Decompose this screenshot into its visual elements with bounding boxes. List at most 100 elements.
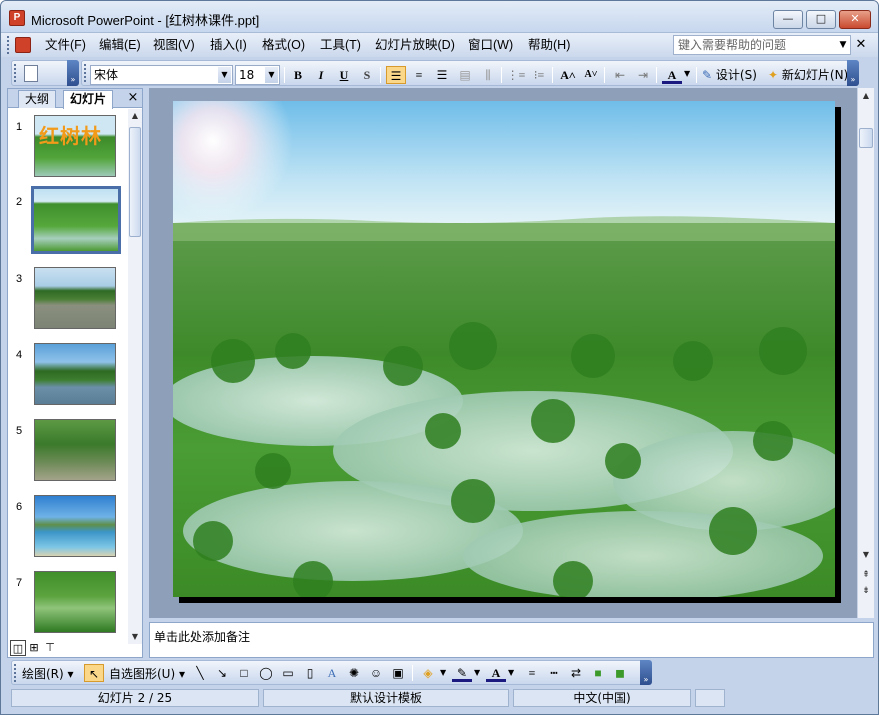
menu-view[interactable]: 视图(V)	[149, 36, 199, 54]
bullets-icon[interactable]: ⁝≡	[529, 66, 549, 84]
bold-button[interactable]: B	[288, 66, 308, 84]
slide-thumbnail-2[interactable]	[31, 186, 121, 254]
italic-button[interactable]: I	[311, 66, 331, 84]
wordart-icon[interactable]: A	[322, 664, 342, 682]
arrow-style-icon[interactable]: ⇄	[566, 664, 586, 682]
justify-icon[interactable]: ▤	[455, 66, 475, 84]
toolbar-separator	[552, 67, 553, 83]
increase-font-icon[interactable]: A˄	[558, 66, 578, 84]
autoshapes-button[interactable]: 自选图形(U) ▾	[109, 665, 185, 682]
line-icon[interactable]: ╲	[190, 664, 210, 682]
menubar-grip[interactable]	[7, 36, 12, 54]
normal-view-icon[interactable]: ◫	[10, 640, 26, 656]
toolbar-overflow-icon[interactable]: »	[67, 60, 79, 86]
align-right-icon[interactable]: ☰	[432, 66, 452, 84]
menu-tools[interactable]: 工具(T)	[316, 36, 365, 54]
previous-slide-icon[interactable]: ⇞	[859, 568, 873, 582]
scroll-up-icon[interactable]: ▲	[859, 89, 873, 103]
arrow-icon[interactable]: ↘	[212, 664, 232, 682]
font-color-draw-icon[interactable]: A	[486, 664, 506, 682]
toolbar-grip[interactable]	[14, 664, 19, 682]
diagram-icon[interactable]: ✺	[344, 664, 364, 682]
line-style-icon[interactable]: ≡	[522, 664, 542, 682]
toolbar-separator	[501, 67, 502, 83]
menu-format[interactable]: 格式(O)	[258, 36, 309, 54]
font-name-select[interactable]: 宋体 ▼	[90, 65, 233, 85]
numbering-icon[interactable]: ⋮≡	[506, 66, 526, 84]
decrease-indent-icon[interactable]: ⇤	[610, 66, 630, 84]
oval-icon[interactable]: ◯	[256, 664, 276, 682]
slide-scrollbar[interactable]: ▲ ▼ ⇞ ⇟	[857, 88, 874, 618]
scroll-down-icon[interactable]: ▼	[859, 548, 873, 562]
align-left-icon[interactable]: ☰	[386, 66, 406, 84]
slide-thumbnail-7[interactable]	[34, 571, 116, 633]
slide-thumbnail-4[interactable]	[34, 343, 116, 405]
next-slide-icon[interactable]: ⇟	[859, 584, 873, 598]
slide-editing-area	[149, 88, 857, 618]
menu-insert[interactable]: 插入(I)	[206, 36, 251, 54]
size-dropdown-icon[interactable]: ▼	[265, 67, 278, 83]
toolbar-grip[interactable]	[84, 64, 89, 82]
scroll-thumb[interactable]	[129, 127, 141, 237]
toolbar-overflow-icon[interactable]: »	[640, 660, 652, 685]
menu-slideshow[interactable]: 幻灯片放映(D)	[371, 36, 459, 54]
slide-sorter-icon[interactable]: ⊞	[26, 640, 42, 656]
select-objects-icon[interactable]: ↖	[84, 664, 104, 682]
3d-style-icon[interactable]: ◼	[610, 664, 630, 682]
close-document-icon[interactable]: ✕	[854, 36, 868, 54]
scroll-thumb[interactable]	[859, 128, 873, 148]
pane-close-icon[interactable]: ×	[126, 90, 140, 106]
decrease-font-icon[interactable]: A˅	[581, 66, 601, 84]
fill-color-icon[interactable]: ◈	[418, 664, 438, 682]
new-document-icon[interactable]	[24, 65, 38, 82]
menu-help[interactable]: 帮助(H)	[524, 36, 574, 54]
font-color-draw-dropdown-icon[interactable]: ▼	[508, 668, 514, 677]
font-color-dropdown-icon[interactable]: ▼	[684, 69, 690, 78]
font-dropdown-icon[interactable]: ▼	[218, 67, 231, 83]
slides-scrollbar[interactable]: ▲ ▼	[128, 109, 142, 644]
line-color-dropdown-icon[interactable]: ▼	[474, 668, 480, 677]
maximize-button[interactable]: □	[806, 10, 836, 29]
help-dropdown-icon[interactable]: ▼	[837, 36, 849, 54]
increase-indent-icon[interactable]: ⇥	[633, 66, 653, 84]
slide-thumbnail-5[interactable]	[34, 419, 116, 481]
slide-thumbnail-6[interactable]	[34, 495, 116, 557]
slideshow-view-icon[interactable]: ⊤	[42, 640, 58, 656]
draw-menu-button[interactable]: 绘图(R) ▾	[22, 665, 74, 682]
tab-slides[interactable]: 幻灯片	[63, 90, 114, 109]
align-center-icon[interactable]: ≡	[409, 66, 429, 84]
dash-style-icon[interactable]: ┅	[544, 664, 564, 682]
close-button[interactable]: ✕	[839, 10, 871, 29]
clipart-icon[interactable]: ☺	[366, 664, 386, 682]
document-icon[interactable]	[15, 37, 31, 53]
new-slide-button[interactable]: ✦ 新幻灯片(N)	[768, 66, 854, 84]
vertical-textbox-icon[interactable]: ▯	[300, 664, 320, 682]
toolbar-overflow-icon[interactable]: »	[847, 60, 859, 86]
notes-pane[interactable]: 单击此处添加备注	[149, 622, 874, 658]
minimize-button[interactable]: —	[773, 10, 803, 29]
font-color-icon[interactable]: A	[662, 66, 682, 84]
shadow-button[interactable]: S	[357, 66, 377, 84]
menu-file[interactable]: 文件(F)	[41, 36, 90, 54]
scroll-down-icon[interactable]: ▼	[128, 630, 142, 644]
tab-outline[interactable]: 大纲	[18, 90, 57, 108]
slide-thumbnail-3[interactable]	[34, 267, 116, 329]
menu-window[interactable]: 窗口(W)	[464, 36, 517, 54]
rectangle-icon[interactable]: □	[234, 664, 254, 682]
shadow-style-icon[interactable]: ■	[588, 664, 608, 682]
menu-edit[interactable]: 编辑(E)	[95, 36, 145, 54]
scroll-up-icon[interactable]: ▲	[128, 109, 142, 123]
toolbar-grip[interactable]	[14, 64, 19, 82]
powerpoint-app-icon[interactable]: P	[9, 10, 25, 26]
textbox-icon[interactable]: ▭	[278, 664, 298, 682]
distribute-icon[interactable]: ⫼	[478, 66, 498, 84]
slide-thumbnail-1[interactable]: 红树林	[34, 115, 116, 177]
font-size-select[interactable]: 18 ▼	[235, 65, 280, 85]
help-search-input[interactable]: 键入需要帮助的问题	[673, 35, 851, 55]
slide-canvas[interactable]	[173, 101, 835, 597]
design-button[interactable]: ✎ 设计(S)	[702, 66, 772, 84]
fill-color-dropdown-icon[interactable]: ▼	[440, 668, 446, 677]
line-color-icon[interactable]: ✎	[452, 664, 472, 682]
underline-button[interactable]: U	[334, 66, 354, 84]
picture-icon[interactable]: ▣	[388, 664, 408, 682]
